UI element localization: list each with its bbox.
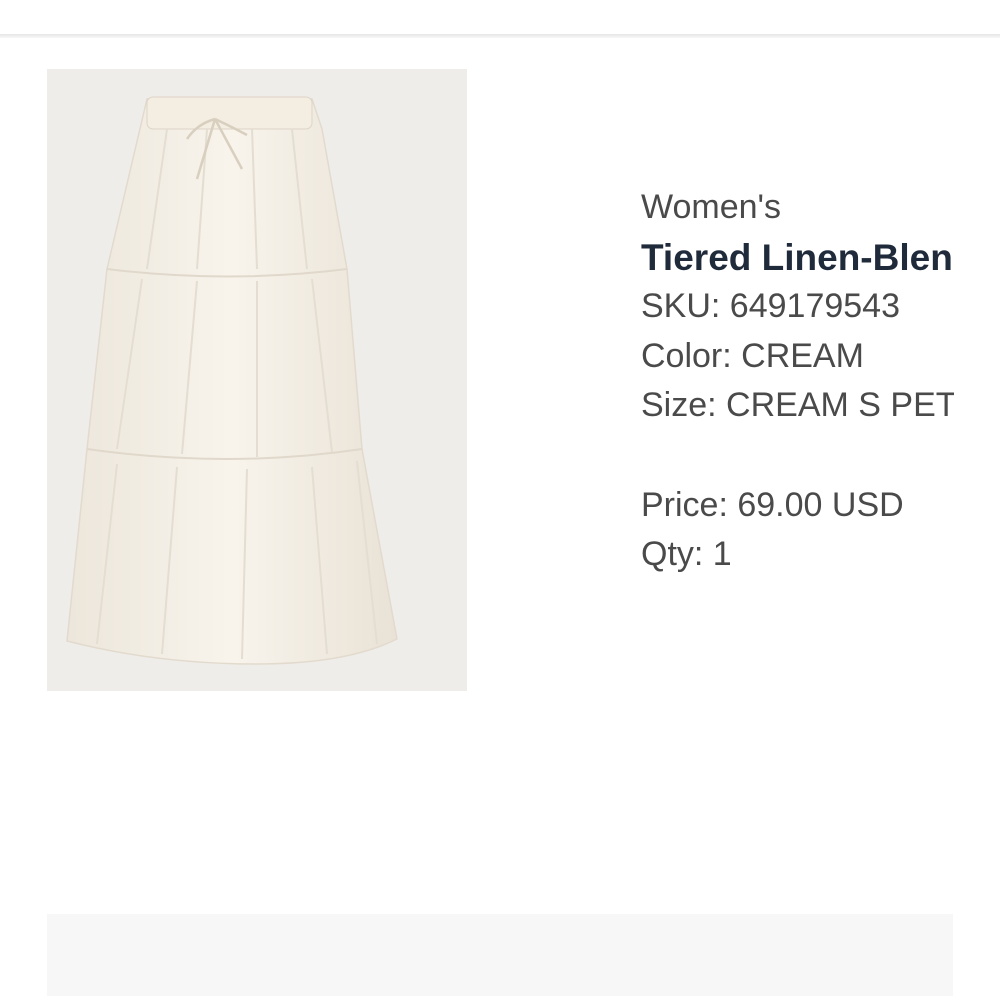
product-price: Price: 69.00 USD xyxy=(641,485,904,524)
product-image[interactable] xyxy=(47,69,467,691)
product-category: Women's xyxy=(641,188,782,226)
product-quantity: Qty: 1 xyxy=(641,535,732,574)
summary-panel xyxy=(47,914,953,996)
product-color: Color: CREAM xyxy=(641,336,864,375)
details-spacer xyxy=(641,431,954,481)
skirt-icon xyxy=(66,96,398,665)
header-divider xyxy=(0,34,1000,38)
product-size: Size: CREAM S PETITE xyxy=(641,386,954,425)
product-details: Women's Tiered Linen-Blend Maxi Skirt SK… xyxy=(641,183,954,580)
order-item-page: Women's Tiered Linen-Blend Maxi Skirt SK… xyxy=(0,0,1000,996)
product-sku: SKU: 649179543 xyxy=(641,287,900,326)
product-name[interactable]: Tiered Linen-Blend Maxi Skirt xyxy=(641,233,954,283)
